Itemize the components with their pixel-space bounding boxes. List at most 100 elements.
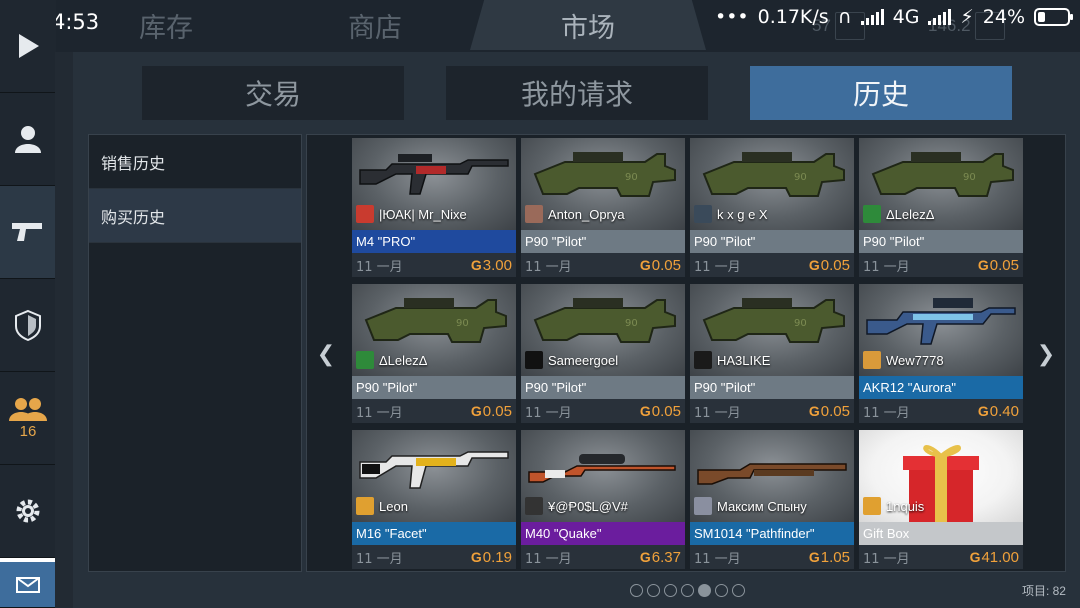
nav-settings[interactable] xyxy=(0,465,56,558)
purchase-date: 11 一月 xyxy=(863,551,910,567)
gold-coin-icon: G xyxy=(977,403,989,419)
history-card[interactable]: 90 ΔLelezΔ P90 "Pilot" 11 一月 G 0.05 xyxy=(352,284,516,423)
subtab-trade[interactable]: 交易 xyxy=(142,66,404,120)
item-image: 90 ΔLelezΔ xyxy=(352,284,516,376)
p90-weapon-icon: 90 xyxy=(525,290,681,359)
svg-text:90: 90 xyxy=(794,172,807,183)
history-card[interactable]: ¥@Ᵽ0$L@V# M40 "Quake" 11 一月 G 6.37 xyxy=(521,430,685,569)
history-grid: ❮ ❯ |ЮАК| Mr_Nixe M4 "PRO" 11 一月 G 3.00 9… xyxy=(306,134,1066,572)
nav-weapons[interactable] xyxy=(0,186,56,279)
nav-friends[interactable]: 16 xyxy=(0,372,56,465)
price: G 1.05 xyxy=(809,549,850,566)
history-card[interactable]: 90 HA3LIKE P90 "Pilot" 11 一月 G 0.05 xyxy=(690,284,854,423)
pager-dot[interactable] xyxy=(664,584,677,597)
nav-mail[interactable] xyxy=(0,558,56,608)
item-image: Wew7778 xyxy=(859,284,1023,376)
subtab-history[interactable]: 历史 xyxy=(750,66,1012,120)
price: G 0.05 xyxy=(978,257,1019,274)
item-name-label: M40 "Quake" xyxy=(525,526,602,541)
avatar xyxy=(694,351,712,369)
nav-clan[interactable] xyxy=(0,279,56,372)
history-side-menu: 销售历史 购买历史 xyxy=(88,134,302,572)
pager-dot[interactable] xyxy=(698,584,711,597)
pager-dot[interactable] xyxy=(681,584,694,597)
battery-percent: 24% xyxy=(982,6,1025,28)
history-card[interactable]: 90 ΔLelezΔ P90 "Pilot" 11 一月 G 0.05 xyxy=(859,138,1023,277)
item-name: M16 "Facet" xyxy=(352,522,516,545)
seller: ΔLelezΔ xyxy=(863,205,934,223)
nav-profile[interactable] xyxy=(0,93,56,186)
pistol-icon xyxy=(12,223,42,241)
price-value: 0.05 xyxy=(820,256,850,274)
item-name: Gift Box xyxy=(859,522,1023,545)
tab-inventory[interactable]: 库存 xyxy=(86,0,246,50)
sniper-weapon-icon xyxy=(525,436,681,505)
item-name: P90 "Pilot" xyxy=(352,376,516,399)
top-bar: 库存 商店 市场 57 146.2 下午4:53 ••• 0.17K/s ∩ 4… xyxy=(0,0,1080,52)
item-name: M4 "PRO" xyxy=(352,230,516,253)
signal-icon xyxy=(860,9,884,25)
pager-dot[interactable] xyxy=(715,584,728,597)
purchase-date: 11 一月 xyxy=(694,551,741,567)
history-card[interactable]: 90 Anton_Oprya P90 "Pilot" 11 一月 G 0.05 xyxy=(521,138,685,277)
alarm-icon: ∩ xyxy=(837,6,852,28)
item-name-label: P90 "Pilot" xyxy=(694,234,756,249)
seller: Максим Спыну xyxy=(694,497,807,515)
card-footer: 11 一月 G 0.19 xyxy=(352,545,516,569)
history-card[interactable]: 1nquis Gift Box 11 一月 G 41.00 xyxy=(859,430,1023,569)
tab-market[interactable]: 市场 xyxy=(470,0,706,50)
card-footer: 11 一月 G 0.05 xyxy=(352,399,516,423)
avatar xyxy=(356,497,374,515)
next-page-arrow[interactable]: ❯ xyxy=(1027,135,1065,573)
purchase-date: 11 一月 xyxy=(863,405,910,421)
item-name: M40 "Quake" xyxy=(521,522,685,545)
seller-name: Leon xyxy=(379,498,408,514)
history-card[interactable]: 90 k x g e X P90 "Pilot" 11 一月 G 0.05 xyxy=(690,138,854,277)
price-value: 6.37 xyxy=(651,548,681,566)
card-footer: 11 一月 G 0.40 xyxy=(859,399,1023,423)
pager-dot[interactable] xyxy=(630,584,643,597)
item-name: P90 "Pilot" xyxy=(859,230,1023,253)
item-image: |ЮАК| Mr_Nixe xyxy=(352,138,516,230)
price: G 0.05 xyxy=(640,257,681,274)
seller-name: 1nquis xyxy=(886,498,925,514)
left-nav: 16 xyxy=(0,0,56,608)
seller-name: Anton_Oprya xyxy=(548,206,625,222)
gold-coin-icon: G xyxy=(977,257,989,273)
history-card[interactable]: Wew7778 AKR12 "Aurora" 11 一月 G 0.40 xyxy=(859,284,1023,423)
item-name: AKR12 "Aurora" xyxy=(859,376,1023,399)
avatar xyxy=(694,205,712,223)
history-card[interactable]: Максим Спыну SM1014 "Pathfinder" 11 一月 G… xyxy=(690,430,854,569)
nav-play[interactable] xyxy=(0,0,56,93)
purchase-date: 11 一月 xyxy=(356,405,403,421)
history-card[interactable]: Leon M16 "Facet" 11 一月 G 0.19 xyxy=(352,430,516,569)
signal-2-icon xyxy=(928,9,952,25)
seller: ΔLelezΔ xyxy=(356,351,427,369)
history-card[interactable]: 90 Sameergoel P90 "Pilot" 11 一月 G 0.05 xyxy=(521,284,685,423)
tab-shop[interactable]: 商店 xyxy=(290,0,460,50)
item-name-label: SM1014 "Pathfinder" xyxy=(694,526,815,541)
subtab-my-requests[interactable]: 我的请求 xyxy=(446,66,708,120)
gold-coin-icon: G xyxy=(639,257,651,273)
rifle-red-weapon-icon xyxy=(356,144,512,213)
item-image: 90 Sameergoel xyxy=(521,284,685,376)
item-count: 项目: 82 xyxy=(1021,584,1066,598)
friends-count: 16 xyxy=(19,422,37,440)
pager-dot[interactable] xyxy=(732,584,745,597)
item-image: 90 ΔLelezΔ xyxy=(859,138,1023,230)
seller-name: Sameergoel xyxy=(548,352,619,368)
rifle-yellow-weapon-icon xyxy=(356,436,512,505)
history-card[interactable]: |ЮАК| Mr_Nixe M4 "PRO" 11 一月 G 3.00 xyxy=(352,138,516,277)
svg-text:90: 90 xyxy=(963,172,976,183)
pager-dot[interactable] xyxy=(647,584,660,597)
purchase-date: 11 一月 xyxy=(694,405,741,421)
seller-name: ¥@Ᵽ0$L@V# xyxy=(548,498,628,514)
prev-page-arrow[interactable]: ❮ xyxy=(307,135,345,573)
item-name-label: P90 "Pilot" xyxy=(525,380,587,395)
item-image: 90 Anton_Oprya xyxy=(521,138,685,230)
side-item-sales-history[interactable]: 销售历史 xyxy=(89,135,301,189)
seller: ¥@Ᵽ0$L@V# xyxy=(525,497,628,515)
gift-weapon-icon xyxy=(863,436,1019,529)
p90-weapon-icon: 90 xyxy=(356,290,512,359)
side-item-purchase-history[interactable]: 购买历史 xyxy=(89,189,301,243)
